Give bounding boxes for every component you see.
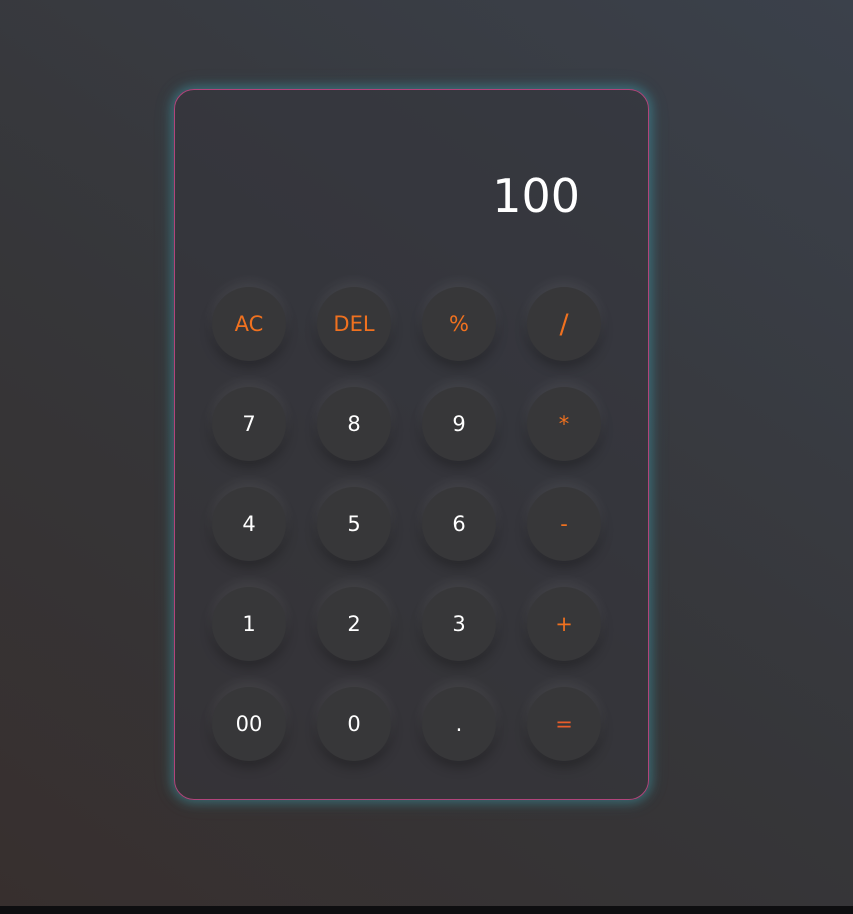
- digit-5-button[interactable]: 5: [317, 487, 391, 561]
- digit-4-button[interactable]: 4: [212, 487, 286, 561]
- decimal-point-button[interactable]: .: [422, 687, 496, 761]
- bottom-edge-bar: [0, 906, 853, 914]
- digit-3-button[interactable]: 3: [422, 587, 496, 661]
- percent-button[interactable]: %: [422, 287, 496, 361]
- digit-2-button[interactable]: 2: [317, 587, 391, 661]
- calculator-display: 100: [492, 169, 580, 223]
- all-clear-button[interactable]: AC: [212, 287, 286, 361]
- subtract-button[interactable]: -: [527, 487, 601, 561]
- digit-0-button[interactable]: 0: [317, 687, 391, 761]
- equals-button[interactable]: =: [527, 687, 601, 761]
- digit-6-button[interactable]: 6: [422, 487, 496, 561]
- multiply-button[interactable]: *: [527, 387, 601, 461]
- add-button[interactable]: +: [527, 587, 601, 661]
- delete-button[interactable]: DEL: [317, 287, 391, 361]
- double-zero-button[interactable]: 00: [212, 687, 286, 761]
- digit-8-button[interactable]: 8: [317, 387, 391, 461]
- calculator-panel: 100 AC DEL % / 7 8 9 * 4 5 6 - 1 2 3 + 0…: [174, 89, 649, 800]
- digit-7-button[interactable]: 7: [212, 387, 286, 461]
- divide-button[interactable]: /: [527, 287, 601, 361]
- digit-9-button[interactable]: 9: [422, 387, 496, 461]
- digit-1-button[interactable]: 1: [212, 587, 286, 661]
